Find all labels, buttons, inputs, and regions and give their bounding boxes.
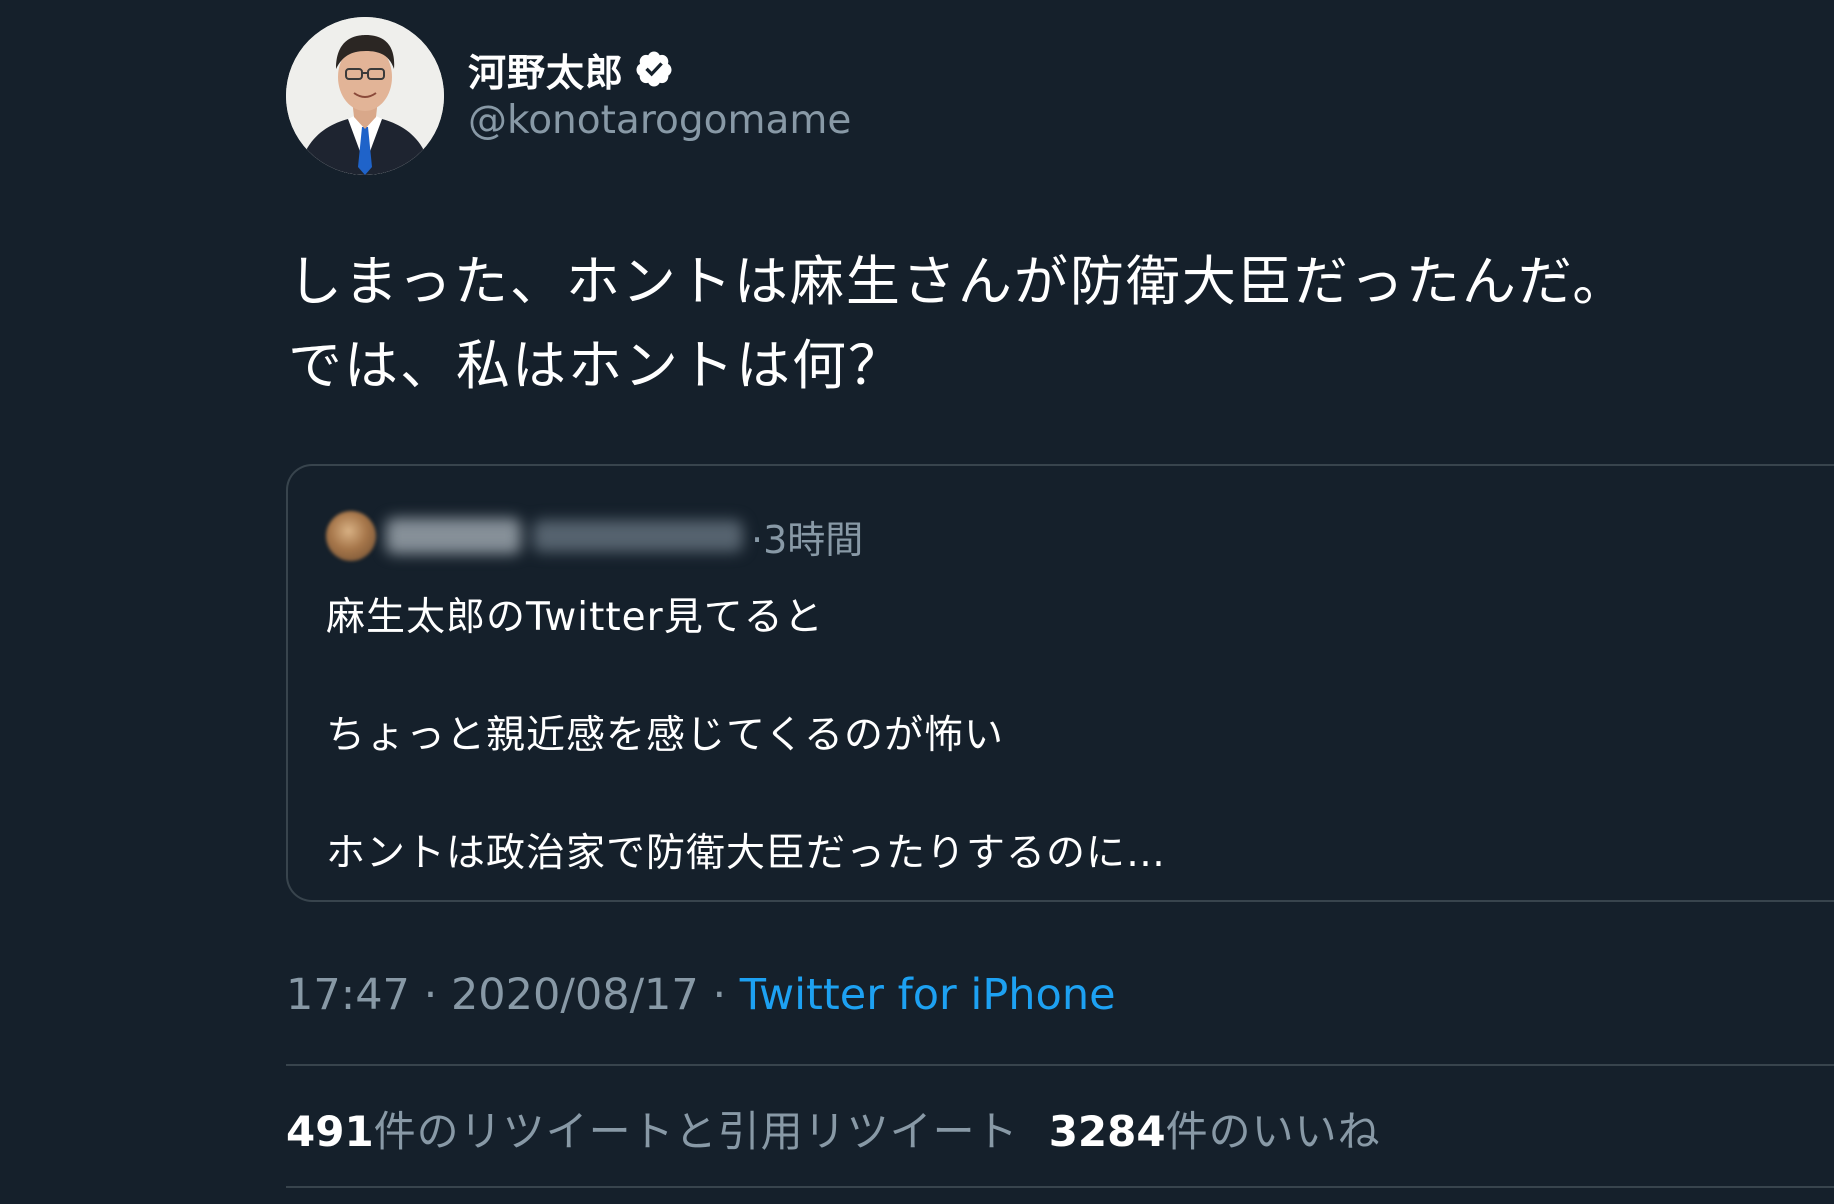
tweet-date[interactable]: 2020/08/17 bbox=[451, 970, 699, 1020]
author-handle[interactable]: @konotarogomame bbox=[468, 98, 851, 143]
tweet-text: しまった、ホントは麻生さんが防衛大臣だったんだ。 では、私はホントは何？ bbox=[288, 240, 1788, 408]
meta-separator: · bbox=[409, 970, 451, 1020]
likes-label: 件のいいね bbox=[1165, 1107, 1381, 1156]
verified-badge-icon bbox=[636, 51, 672, 87]
retweets-link[interactable]: 491件のリツイートと引用リツイート bbox=[286, 1107, 1019, 1156]
likes-link[interactable]: 3284件のいいね bbox=[1049, 1107, 1381, 1156]
blurred-handle bbox=[533, 520, 743, 552]
quoted-tweet-line: ホントは政治家で防衛大臣だったりするのに… bbox=[326, 831, 1167, 876]
meta-separator: · bbox=[698, 970, 740, 1020]
quoted-author-avatar bbox=[326, 511, 376, 561]
author-avatar[interactable] bbox=[286, 17, 444, 175]
profile-photo-icon bbox=[286, 17, 444, 175]
author-name-row: 河野太郎 bbox=[468, 42, 674, 97]
tweet-stats: 491件のリツイートと引用リツイート 3284件のいいね bbox=[286, 1098, 1381, 1159]
quoted-tweet-time: ·3時間 bbox=[751, 517, 864, 562]
quoted-tweet-line: ちょっと親近感を感じてくるのが怖い bbox=[326, 713, 1005, 758]
tweet-detail-view: 河野太郎 @konotarogomame しまった、ホントは麻生さんが防衛大臣だ… bbox=[0, 0, 1834, 1204]
quoted-tweet-header: ·3時間 bbox=[326, 508, 863, 564]
quoted-tweet-card[interactable]: ·3時間 麻生太郎のTwitter見てると ちょっと親近感を感じてくるのが怖い … bbox=[286, 464, 1834, 902]
divider bbox=[286, 1064, 1834, 1066]
tweet-time[interactable]: 17:47 bbox=[286, 970, 410, 1020]
blurred-display-name bbox=[386, 518, 521, 554]
tweet-meta: 17:47 · 2020/08/17 · Twitter for iPhone bbox=[286, 970, 1116, 1020]
quoted-tweet-line: 麻生太郎のTwitter見てると bbox=[326, 595, 824, 640]
tweet-text-line: しまった、ホントは麻生さんが防衛大臣だったんだ。 bbox=[288, 250, 1629, 313]
tweet-text-line: では、私はホントは何？ bbox=[288, 334, 904, 397]
retweets-label: 件のリツイートと引用リツイート bbox=[373, 1107, 1019, 1156]
author-display-name[interactable]: 河野太郎 bbox=[468, 42, 624, 97]
divider bbox=[286, 1186, 1834, 1188]
tweet-source-link[interactable]: Twitter for iPhone bbox=[740, 970, 1116, 1020]
quoted-author-blurred bbox=[386, 518, 743, 554]
likes-count: 3284 bbox=[1048, 1107, 1166, 1156]
retweets-count: 491 bbox=[286, 1107, 374, 1156]
